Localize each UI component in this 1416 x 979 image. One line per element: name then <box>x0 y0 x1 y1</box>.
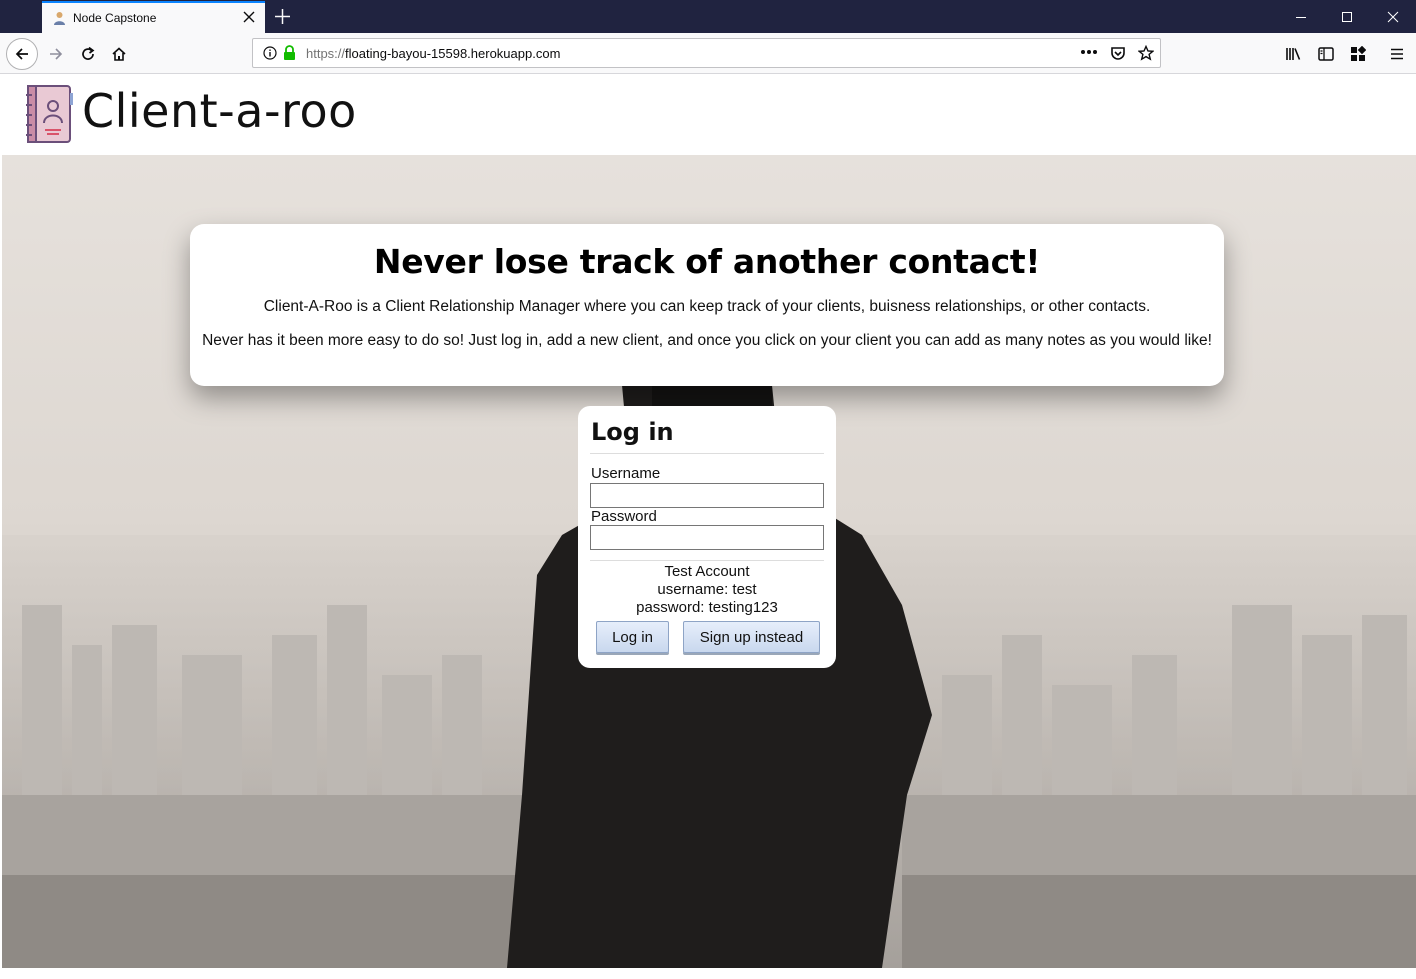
login-button[interactable]: Log in <box>596 621 669 653</box>
url-protocol: https:// <box>306 46 346 61</box>
intro-heading: Never lose track of another contact! <box>373 242 1041 281</box>
browser-toolbar: https://floating-bayou-15598.herokuapp.c… <box>0 33 1416 74</box>
url-bar[interactable]: https://floating-bayou-15598.herokuapp.c… <box>252 38 1161 68</box>
signup-button[interactable]: Sign up instead <box>683 621 820 653</box>
back-arrow-icon[interactable] <box>6 38 38 70</box>
sidebar-toggle-icon[interactable] <box>1313 41 1339 67</box>
info-icon[interactable] <box>263 46 277 60</box>
divider <box>590 453 824 454</box>
bookmark-star-icon[interactable] <box>1138 45 1154 61</box>
hamburger-menu-icon[interactable] <box>1384 41 1410 67</box>
person-favicon-icon <box>54 12 65 25</box>
username-input[interactable] <box>590 483 824 508</box>
close-tab-icon[interactable] <box>242 10 256 24</box>
library-icon[interactable] <box>1281 41 1307 67</box>
reload-icon[interactable] <box>75 41 101 67</box>
extensions-icon[interactable] <box>1345 41 1371 67</box>
site-header: Client-a-roo <box>0 74 1416 155</box>
minimize-window-icon[interactable] <box>1278 0 1324 33</box>
browser-tab-active[interactable]: Node Capstone <box>42 1 265 33</box>
forward-arrow-icon[interactable] <box>43 41 69 67</box>
close-window-icon[interactable] <box>1370 0 1416 33</box>
new-tab-icon[interactable] <box>274 8 291 25</box>
maximize-window-icon[interactable] <box>1324 0 1370 33</box>
test-account-title: Test Account <box>664 563 750 580</box>
password-label: Password <box>591 508 657 525</box>
page-footer-strip <box>0 968 1416 979</box>
pocket-icon[interactable] <box>1110 45 1126 61</box>
page-actions-icon[interactable] <box>1080 49 1098 55</box>
browser-tab-strip: Node Capstone <box>0 0 1416 33</box>
login-heading: Log in <box>591 418 674 446</box>
url-text: https://floating-bayou-15598.herokuapp.c… <box>306 46 560 61</box>
intro-paragraph: Client-A-Roo is a Client Relationship Ma… <box>263 298 1151 315</box>
address-book-logo-icon <box>26 85 73 143</box>
lock-icon[interactable] <box>283 45 296 60</box>
username-label: Username <box>591 465 661 482</box>
divider <box>590 560 824 561</box>
intro-card: Never lose track of another contact! Cli… <box>190 224 1224 386</box>
intro-paragraph: Never has it been more easy to do so! Ju… <box>202 332 1212 349</box>
site-title: Client-a-roo <box>82 84 357 138</box>
login-form: Log in Username Password Test Account us… <box>578 406 836 668</box>
test-account-password: password: testing123 <box>636 599 778 616</box>
test-account-username: username: test <box>657 581 757 598</box>
page: Client-a-roo Never lose track of another… <box>0 74 1416 979</box>
url-host: floating-bayou-15598.herokuapp.com <box>345 46 561 61</box>
password-input[interactable] <box>590 525 824 550</box>
tab-title: Node Capstone <box>73 11 157 25</box>
home-icon[interactable] <box>106 41 132 67</box>
